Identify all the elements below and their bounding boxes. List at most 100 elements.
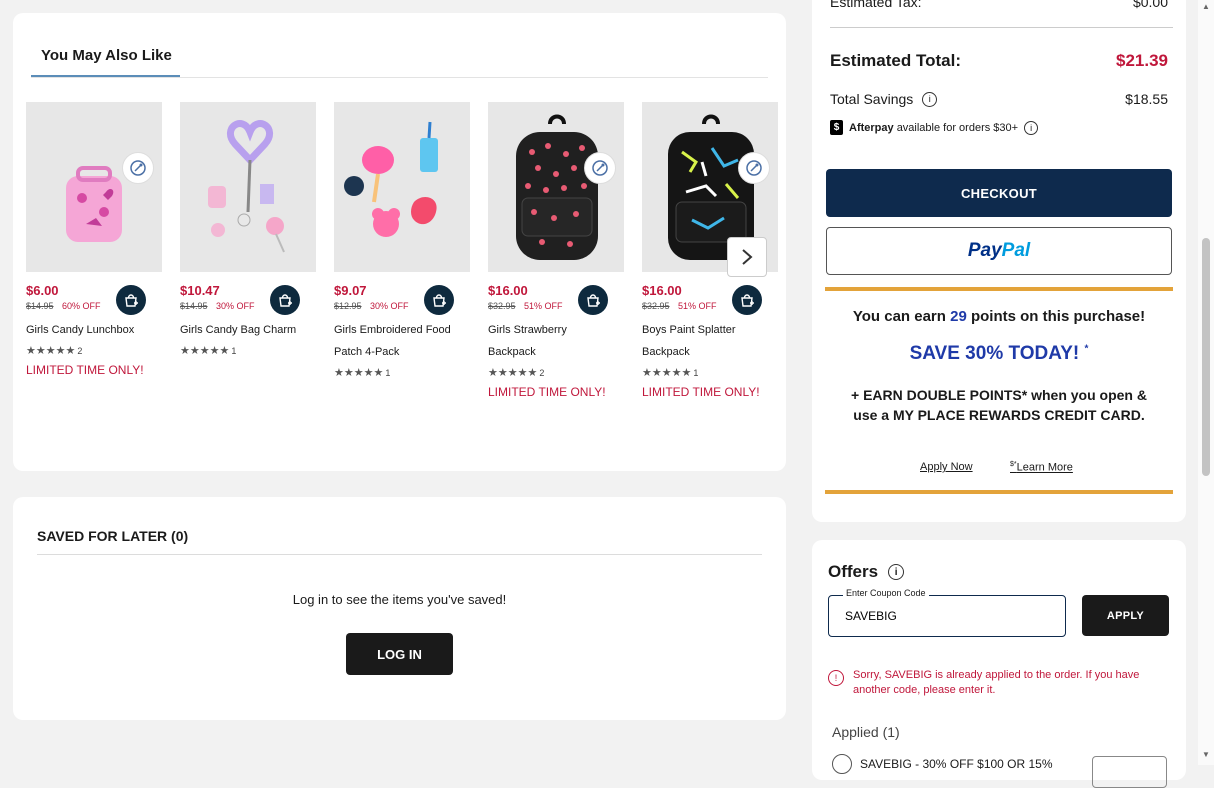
product-name[interactable]: Girls Candy Bag Charm [180,319,316,341]
add-to-bag-icon[interactable] [424,285,454,315]
star-rating-icon: ★★★★★ [488,367,538,379]
saved-title: SAVED FOR LATER (0) [37,528,189,544]
scroll-down-icon[interactable]: ▼ [1202,750,1210,759]
page-scrollbar[interactable]: ▲ ▼ [1198,0,1214,765]
star-rating-icon: ★★★★★ [642,367,692,379]
info-icon[interactable]: i [888,564,905,580]
product-card[interactable]: $6.00 $14.95 60% OFF Girls Candy Lunchbo… [26,102,162,377]
star-rating-icon: ★★★★★ [26,345,76,357]
product-was-price: $32.95 [488,301,516,311]
product-name-line[interactable]: Patch 4-Pack [334,341,470,363]
coupon-error: ! Sorry, SAVEBIG is already applied to t… [828,668,1158,698]
product-image[interactable] [26,102,162,272]
product-rating[interactable]: ★★★★★ 1 [180,344,316,360]
product-name-line[interactable]: Boys Paint Splatter [642,319,778,341]
product-discount: 60% OFF [62,301,101,311]
applied-coupon-item: SAVEBIG - 30% OFF $100 OR 15% [832,754,1053,774]
paypal-logo-pal: Pal [1001,240,1031,261]
product-was-price: $32.95 [642,301,670,311]
coupon-input[interactable] [845,609,1045,623]
add-to-bag-icon[interactable] [116,285,146,315]
add-to-bag-icon[interactable] [732,285,762,315]
offers-title: Offers [828,562,879,581]
promo-border-top [825,287,1173,291]
product-card[interactable]: $16.00 $32.95 51% OFF Girls Strawberry Ba… [488,102,624,399]
saved-for-later-section: SAVED FOR LATER (0) Log in to see the it… [13,497,786,720]
coupon-label: Enter Coupon Code [843,588,929,598]
star-rating-icon: ★★★★★ [334,367,384,379]
product-price-row: $16.00 $32.95 51% OFF [642,283,778,317]
product-was-price: $14.95 [26,301,54,311]
product-image[interactable] [488,102,624,272]
apply-now-link[interactable]: Apply Now [920,461,973,473]
product-name-line[interactable]: Girls Strawberry [488,319,624,341]
afterpay-text: available for orders $30+ [896,121,1019,134]
scroll-up-icon[interactable]: ▲ [1202,2,1210,11]
checkout-button[interactable]: CHECKOUT [826,169,1172,217]
patches-image-icon [334,121,470,272]
product-name[interactable]: Girls Candy Lunchbox [26,319,162,341]
product-name[interactable]: Boys Paint Splatter Backpack [642,319,778,363]
product-name-line[interactable]: Girls Candy Lunchbox [26,319,162,341]
product-name-line[interactable]: Backpack [642,341,778,363]
save-headline-mark: * [1084,343,1089,355]
product-price-row: $10.47 $14.95 30% OFF [180,283,316,317]
product-price-row: $9.07 $12.95 30% OFF [334,283,470,317]
product-card[interactable]: $9.07 $12.95 30% OFF Girls Embroidered F… [334,102,470,382]
add-to-bag-icon[interactable] [578,285,608,315]
offers-section: Offers i Enter Coupon Code APPLY ! Sorry… [812,540,1186,788]
customize-pin-icon[interactable] [738,152,770,184]
product-name-line[interactable]: Backpack [488,341,624,363]
learn-more-link[interactable]: $*Learn More [1010,461,1073,474]
add-to-bag-icon[interactable] [270,285,300,315]
save-headline-text: SAVE 30% TODAY! [909,343,1080,364]
product-name-line[interactable]: Girls Embroidered Food [334,319,470,341]
product-discount: 51% OFF [678,301,717,311]
total-value: $21.39 [1116,51,1168,70]
savings-label: Total Savings [830,91,914,107]
product-name[interactable]: Girls Embroidered Food Patch 4-Pack [334,319,470,363]
login-button[interactable]: LOG IN [346,633,453,675]
product-name[interactable]: Girls Strawberry Backpack [488,319,624,363]
learn-more-label: Learn More [1016,461,1073,474]
product-name-line[interactable]: Girls Candy Bag Charm [180,319,316,341]
product-image[interactable] [180,102,316,272]
product-rating[interactable]: ★★★★★ 2 [488,366,624,382]
product-rating[interactable]: ★★★★★ 2 [26,344,162,360]
product-price: $10.47 [180,283,220,298]
product-rating[interactable]: ★★★★★ 1 [334,366,470,382]
backpack-strawberry-image-icon [488,114,624,272]
rating-count: 1 [231,346,237,356]
coupon-error-text: Sorry, SAVEBIG is already applied to the… [853,669,1140,696]
tax-row: Estimated Tax: $0.00 [830,0,1168,10]
learn-more-prefix: $* [1010,461,1017,468]
total-row: Estimated Total: $21.39 [830,51,1168,71]
product-image[interactable] [334,102,470,272]
applied-coupon-check[interactable] [832,754,852,774]
summary-divider [830,27,1173,28]
carousel-next-button[interactable] [727,237,767,277]
coupon-field[interactable]: Enter Coupon Code [828,588,1066,637]
paypal-logo-pay: Pay [967,240,1002,261]
afterpay-note: $ Afterpay available for orders $30+ i [830,120,1039,135]
product-card[interactable]: $10.47 $14.95 30% OFF Girls Candy Bag Ch… [180,102,316,360]
product-price: $16.00 [642,283,682,298]
product-rating[interactable]: ★★★★★ 1 [642,366,778,382]
info-icon[interactable]: i [1024,120,1039,135]
info-icon[interactable]: i [922,91,938,107]
order-summary: Estimated Tax: $0.00 Estimated Total: $2… [812,0,1186,522]
customize-pin-icon[interactable] [584,152,616,184]
remove-coupon-button[interactable] [1092,756,1167,788]
rating-count: 1 [385,368,391,378]
scrollbar-thumb[interactable] [1202,238,1210,476]
offers-heading: Offers i [828,562,905,582]
apply-coupon-button[interactable]: APPLY [1082,595,1169,636]
product-price-row: $6.00 $14.95 60% OFF [26,283,162,317]
savings-label-wrap: Total Savings i [830,91,938,107]
afterpay-logo-icon: $ [830,120,843,135]
customize-pin-icon[interactable] [122,152,154,184]
ymal-tab[interactable]: You May Also Like [31,47,190,64]
product-price: $6.00 [26,283,59,298]
paypal-button[interactable]: Pay Pal [826,227,1172,275]
limited-time-badge: LIMITED TIME ONLY! [26,363,144,377]
